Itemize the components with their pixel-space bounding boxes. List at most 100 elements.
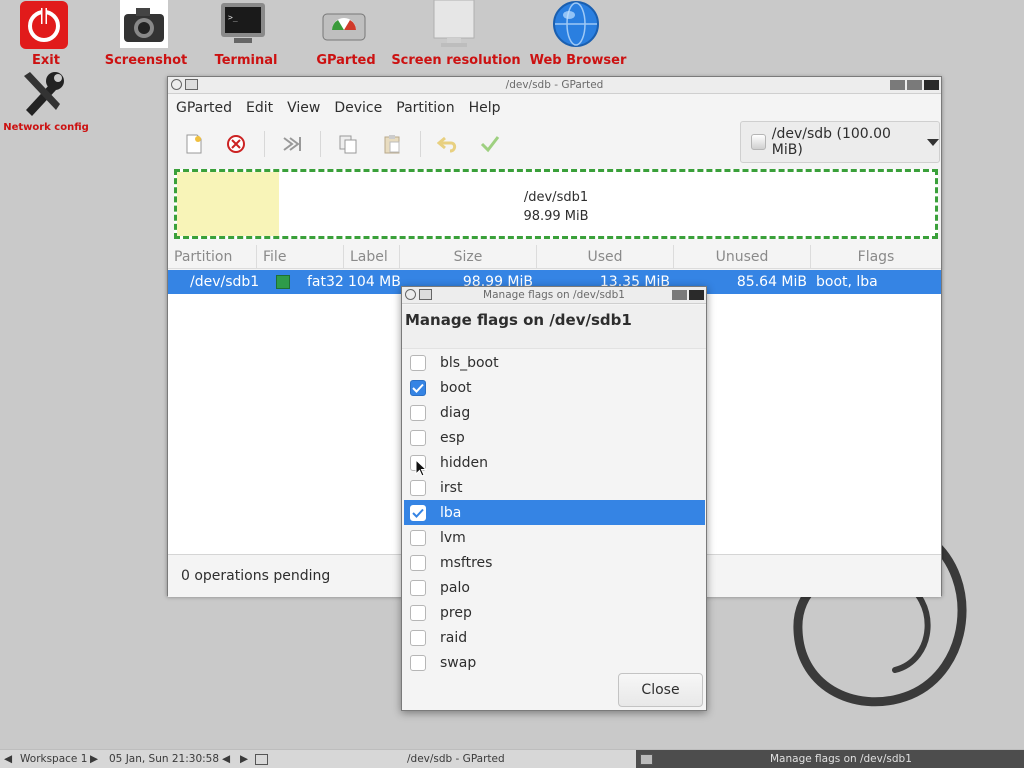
desktop-icon-gparted[interactable]: GParted: [300, 0, 390, 72]
desktop-icon-network-config[interactable]: Network config: [0, 70, 95, 138]
flag-checkbox[interactable]: [410, 579, 426, 596]
desktop-icon-exit[interactable]: Exit: [0, 0, 90, 72]
wrench-screwdriver-icon: [24, 72, 64, 116]
window-menu-icon[interactable]: [171, 79, 182, 90]
column-used[interactable]: Used: [537, 245, 674, 269]
app-icon: [640, 752, 653, 767]
flag-checkbox[interactable]: [410, 504, 426, 521]
column-file-system[interactable]: File System: [257, 245, 344, 289]
new-icon: [186, 134, 202, 154]
close-window-button[interactable]: [689, 290, 704, 300]
task-manage-flags[interactable]: Manage flags on /dev/sdb1: [636, 750, 1024, 768]
flag-label: hidden: [440, 454, 489, 471]
flag-label: swap: [440, 654, 477, 671]
flag-checkbox[interactable]: [410, 379, 426, 396]
task-label: /dev/sdb - GParted: [407, 753, 505, 765]
delete-partition-button[interactable]: [222, 130, 250, 158]
new-partition-button[interactable]: [180, 130, 208, 158]
flag-row[interactable]: prep: [404, 600, 705, 625]
taskbar: ◀ Workspace 1 ▶ 05 Jan, Sun 21:30:58 ◀ ▶…: [0, 749, 1024, 768]
window-titlebar[interactable]: /dev/sdb - GParted: [168, 77, 941, 94]
workspace-label[interactable]: Workspace 1: [20, 752, 87, 767]
window-menu-icon[interactable]: [405, 289, 416, 300]
filesystem-color-swatch: [276, 275, 290, 289]
flag-label: lvm: [440, 529, 466, 546]
flag-checkbox[interactable]: [410, 479, 426, 496]
disk-map[interactable]: /dev/sdb1 98.99 MiB: [174, 169, 938, 239]
flag-row[interactable]: bls_boot: [404, 350, 705, 375]
workspace-prev-icon[interactable]: ◀: [4, 752, 12, 767]
desktop-icon-screen-resolution[interactable]: Screen resolution: [391, 0, 521, 72]
app-icon: [185, 79, 198, 90]
monitor-icon: [433, 0, 475, 47]
flag-label: palo: [440, 579, 470, 596]
menu-device[interactable]: Device: [334, 100, 390, 116]
column-label[interactable]: Label: [344, 245, 400, 269]
device-selector[interactable]: /dev/sdb (100.00 MiB): [740, 121, 940, 163]
power-icon: [20, 1, 68, 49]
menu-help[interactable]: Help: [469, 100, 509, 116]
table-header: Partition File System Label Size Used Un…: [168, 245, 941, 289]
flag-checkbox[interactable]: [410, 604, 426, 621]
menu-gparted[interactable]: GParted: [176, 100, 240, 116]
flag-row[interactable]: esp: [404, 425, 705, 450]
flag-checkbox[interactable]: [410, 429, 426, 446]
flag-label: boot: [440, 379, 472, 396]
column-partition[interactable]: Partition: [168, 245, 257, 269]
close-window-button[interactable]: [924, 80, 939, 90]
flag-row[interactable]: hidden: [404, 450, 705, 475]
apply-button[interactable]: [476, 130, 504, 158]
dialog-titlebar[interactable]: Manage flags on /dev/sdb1: [402, 287, 706, 304]
desktop-icon-label: Web Browser: [529, 53, 627, 68]
paste-button[interactable]: [378, 130, 406, 158]
flag-checkbox[interactable]: [410, 554, 426, 571]
flag-row[interactable]: palo: [404, 575, 705, 600]
workspace-next-icon[interactable]: ▶: [90, 752, 98, 767]
task-gparted[interactable]: /dev/sdb - GParted: [255, 752, 505, 767]
flag-checkbox[interactable]: [410, 629, 426, 646]
column-unused[interactable]: Unused: [674, 245, 811, 269]
flag-row[interactable]: diag: [404, 400, 705, 425]
gparted-icon: [322, 13, 366, 41]
flag-row[interactable]: msftres: [404, 550, 705, 575]
menu-view[interactable]: View: [287, 100, 328, 116]
flag-row[interactable]: swap: [404, 650, 705, 675]
close-button[interactable]: Close: [618, 673, 703, 707]
flag-checkbox[interactable]: [410, 654, 426, 671]
desktop-icon-screenshot[interactable]: Screenshot: [95, 0, 195, 72]
copy-button[interactable]: [334, 130, 362, 158]
window-title: /dev/sdb - GParted: [505, 79, 604, 91]
column-flags[interactable]: Flags: [811, 245, 941, 269]
menu-edit[interactable]: Edit: [246, 100, 281, 116]
maximize-button[interactable]: [672, 290, 687, 300]
dialog-heading: Manage flags on /dev/sdb1: [402, 305, 706, 349]
flag-label: diag: [440, 404, 471, 421]
flag-checkbox[interactable]: [410, 529, 426, 546]
flag-row[interactable]: irst: [404, 475, 705, 500]
minimize-button[interactable]: [890, 80, 905, 90]
flag-label: bls_boot: [440, 354, 499, 371]
globe-icon: [553, 1, 599, 47]
menu-partition[interactable]: Partition: [396, 100, 462, 116]
undo-icon: [437, 136, 457, 153]
desktop-icon-terminal[interactable]: >_ Terminal: [200, 0, 290, 72]
clock: 05 Jan, Sun 21:30:58: [109, 753, 220, 765]
disk-map-size: 98.99 MiB: [523, 209, 589, 224]
disk-map-partition: /dev/sdb1: [523, 190, 589, 205]
task-next-icon[interactable]: ▶: [240, 752, 248, 767]
flag-checkbox[interactable]: [410, 404, 426, 421]
task-prev-icon[interactable]: ◀: [222, 752, 230, 767]
flag-row[interactable]: lvm: [404, 525, 705, 550]
delete-icon: [227, 135, 245, 153]
undo-button[interactable]: [434, 130, 462, 158]
desktop-icon-web-browser[interactable]: Web Browser: [528, 0, 628, 72]
maximize-button[interactable]: [907, 80, 922, 90]
flag-row[interactable]: raid: [404, 625, 705, 650]
paste-icon: [384, 135, 400, 154]
column-size[interactable]: Size: [400, 245, 537, 269]
flag-row[interactable]: lba: [404, 500, 705, 525]
flag-row[interactable]: boot: [404, 375, 705, 400]
task-label: Manage flags on /dev/sdb1: [770, 753, 912, 765]
resize-move-button[interactable]: [278, 130, 306, 158]
flag-checkbox[interactable]: [410, 354, 426, 371]
